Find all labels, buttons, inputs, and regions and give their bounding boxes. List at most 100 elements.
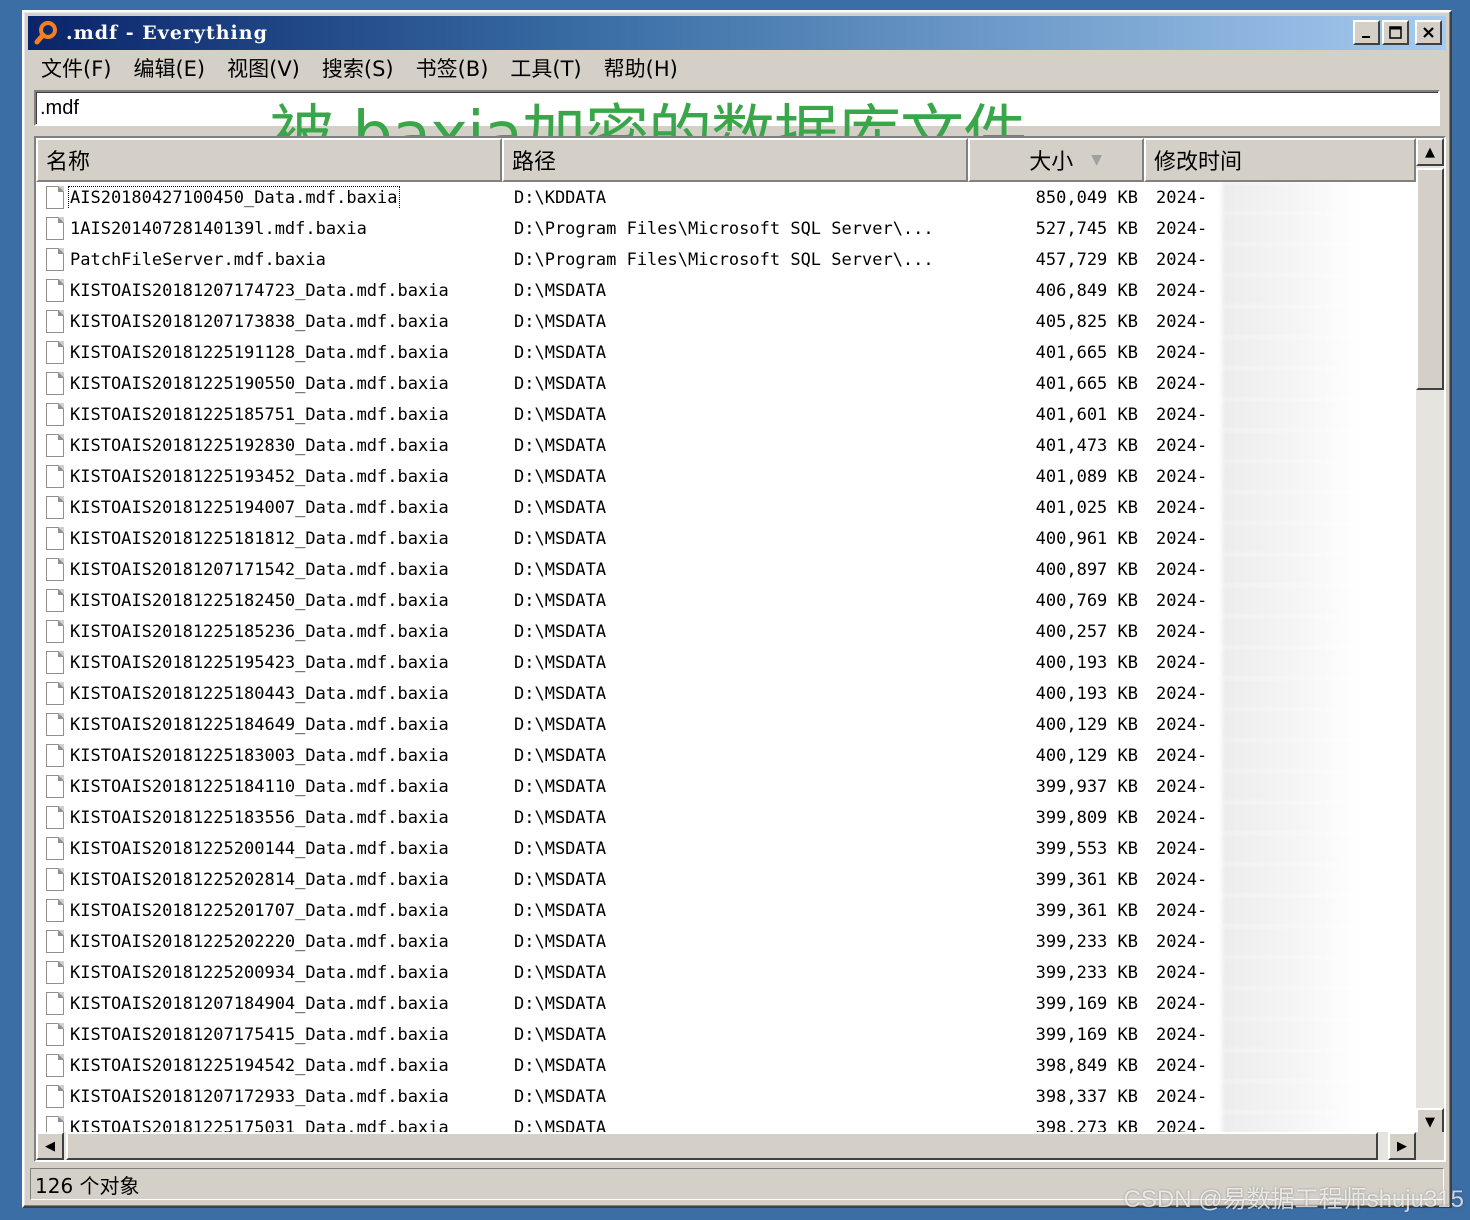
table-row[interactable]: KISTOAIS20181225182450_Data.mdf.baxia D:\… xyxy=(36,585,1416,616)
title-bar[interactable]: .mdf - Everything xyxy=(28,16,1446,50)
file-name: KISTOAIS20181225182450_Data.mdf.baxia xyxy=(70,590,449,611)
file-path: D:\MSDATA xyxy=(514,838,607,859)
table-row[interactable]: KISTOAIS20181225183556_Data.mdf.baxia D:\… xyxy=(36,802,1416,833)
file-icon xyxy=(46,682,64,705)
table-row[interactable]: KISTOAIS20181225194542_Data.mdf.baxia D:\… xyxy=(36,1050,1416,1081)
menu-tools[interactable]: 工具(T) xyxy=(499,53,592,83)
maximize-button[interactable] xyxy=(1382,20,1409,45)
file-rows: AIS20180427100450_Data.mdf.baxia D:\KDDAT… xyxy=(36,182,1416,1136)
file-name-cell: KISTOAIS20181225192830_Data.mdf.baxia xyxy=(36,434,502,457)
table-row[interactable]: KISTOAIS20181225202814_Data.mdf.baxia D:\… xyxy=(36,864,1416,895)
table-row[interactable]: 1AIS20140728140139l.mdf.baxia D:\Program … xyxy=(36,213,1416,244)
file-modified: 2024- xyxy=(1156,559,1208,580)
file-name-cell: KISTOAIS20181225200934_Data.mdf.baxia xyxy=(36,961,502,984)
column-header-modified[interactable]: 修改时间 xyxy=(1144,138,1416,182)
table-row[interactable]: KISTOAIS20181225181812_Data.mdf.baxia D:\… xyxy=(36,523,1416,554)
table-row[interactable]: KISTOAIS20181225185236_Data.mdf.baxia D:\… xyxy=(36,616,1416,647)
file-size: 400,769 KB xyxy=(1035,590,1138,611)
file-modified: 2024- xyxy=(1156,807,1208,828)
file-icon xyxy=(46,527,64,550)
table-row[interactable]: KISTOAIS20181207174723_Data.mdf.baxia D:\… xyxy=(36,275,1416,306)
table-row[interactable]: KISTOAIS20181225195423_Data.mdf.baxia D:\… xyxy=(36,647,1416,678)
file-name: KISTOAIS20181207184904_Data.mdf.baxia xyxy=(70,993,449,1014)
file-name-cell: KISTOAIS20181225183556_Data.mdf.baxia xyxy=(36,806,502,829)
file-name: KISTOAIS20181207171542_Data.mdf.baxia xyxy=(70,559,449,580)
file-name-cell: KISTOAIS20181225180443_Data.mdf.baxia xyxy=(36,682,502,705)
table-row[interactable]: KISTOAIS20181225184110_Data.mdf.baxia D:\… xyxy=(36,771,1416,802)
arrow-left-icon: ◀ xyxy=(45,1138,55,1154)
redacted-region xyxy=(1222,492,1360,523)
table-row[interactable]: KISTOAIS20181225193452_Data.mdf.baxia D:\… xyxy=(36,461,1416,492)
horizontal-scroll-thumb[interactable] xyxy=(66,1132,1378,1160)
table-row[interactable]: KISTOAIS20181207184904_Data.mdf.baxia D:\… xyxy=(36,988,1416,1019)
file-icon xyxy=(46,465,64,488)
file-path: D:\MSDATA xyxy=(514,311,607,332)
menu-bookmarks[interactable]: 书签(B) xyxy=(405,53,500,83)
file-modified: 2024- xyxy=(1156,683,1208,704)
file-size: 400,129 KB xyxy=(1035,745,1138,766)
column-header-name[interactable]: 名称 xyxy=(36,138,502,182)
file-path: D:\MSDATA xyxy=(514,869,607,890)
file-name: KISTOAIS20181207173838_Data.mdf.baxia xyxy=(70,311,449,332)
file-name: PatchFileServer.mdf.baxia xyxy=(70,249,326,270)
table-row[interactable]: KISTOAIS20181225194007_Data.mdf.baxia D:\… xyxy=(36,492,1416,523)
column-header-size[interactable]: 大小 ▼ xyxy=(968,138,1144,182)
menu-bar: 文件(F) 编辑(E) 视图(V) 搜索(S) 书签(B) 工具(T) 帮助(H… xyxy=(30,52,1444,84)
file-name: KISTOAIS20181225184110_Data.mdf.baxia xyxy=(70,776,449,797)
file-icon xyxy=(46,806,64,829)
file-path: D:\MSDATA xyxy=(514,342,607,363)
table-row[interactable]: KISTOAIS20181225185751_Data.mdf.baxia D:\… xyxy=(36,399,1416,430)
table-row[interactable]: KISTOAIS20181225192830_Data.mdf.baxia D:\… xyxy=(36,430,1416,461)
scroll-right-button[interactable]: ▶ xyxy=(1388,1132,1416,1160)
table-row[interactable]: KISTOAIS20181225184649_Data.mdf.baxia D:\… xyxy=(36,709,1416,740)
redacted-region xyxy=(1222,523,1360,554)
table-row[interactable]: KISTOAIS20181207172933_Data.mdf.baxia D:\… xyxy=(36,1081,1416,1112)
search-input[interactable] xyxy=(36,92,1438,124)
file-modified: 2024- xyxy=(1156,497,1208,518)
table-row[interactable]: KISTOAIS20181225180443_Data.mdf.baxia D:\… xyxy=(36,678,1416,709)
scroll-left-button[interactable]: ◀ xyxy=(36,1132,64,1160)
menu-search[interactable]: 搜索(S) xyxy=(311,53,405,83)
table-row[interactable]: AIS20180427100450_Data.mdf.baxia D:\KDDAT… xyxy=(36,182,1416,213)
file-size: 527,745 KB xyxy=(1035,218,1138,239)
file-name-cell: KISTOAIS20181225202220_Data.mdf.baxia xyxy=(36,930,502,953)
file-name-cell: KISTOAIS20181225202814_Data.mdf.baxia xyxy=(36,868,502,891)
table-row[interactable]: KISTOAIS20181207171542_Data.mdf.baxia D:\… xyxy=(36,554,1416,585)
column-header-path[interactable]: 路径 xyxy=(502,138,968,182)
table-row[interactable]: PatchFileServer.mdf.baxia D:\Program File… xyxy=(36,244,1416,275)
table-row[interactable]: KISTOAIS20181225202220_Data.mdf.baxia D:\… xyxy=(36,926,1416,957)
table-row[interactable]: KISTOAIS20181225200934_Data.mdf.baxia D:\… xyxy=(36,957,1416,988)
menu-help[interactable]: 帮助(H) xyxy=(593,53,689,83)
file-path: D:\MSDATA xyxy=(514,497,607,518)
table-row[interactable]: KISTOAIS20181225200144_Data.mdf.baxia D:\… xyxy=(36,833,1416,864)
table-row[interactable]: KISTOAIS20181225183003_Data.mdf.baxia D:\… xyxy=(36,740,1416,771)
table-row[interactable]: KISTOAIS20181207173838_Data.mdf.baxia D:\… xyxy=(36,306,1416,337)
file-name-cell: KISTOAIS20181225183003_Data.mdf.baxia xyxy=(36,744,502,767)
vertical-scroll-thumb[interactable] xyxy=(1416,168,1444,390)
file-name: KISTOAIS20181225183003_Data.mdf.baxia xyxy=(70,745,449,766)
file-name-cell: KISTOAIS20181225201707_Data.mdf.baxia xyxy=(36,899,502,922)
vertical-scrollbar[interactable]: ▲ ▼ xyxy=(1416,138,1444,1136)
file-name-cell: 1AIS20140728140139l.mdf.baxia xyxy=(36,217,502,240)
minimize-button[interactable] xyxy=(1353,20,1380,45)
file-size: 399,361 KB xyxy=(1035,900,1138,921)
redacted-region xyxy=(1222,585,1360,616)
menu-edit[interactable]: 编辑(E) xyxy=(122,53,216,83)
file-size: 399,169 KB xyxy=(1035,1024,1138,1045)
close-icon xyxy=(1423,27,1434,38)
table-row[interactable]: KISTOAIS20181225190550_Data.mdf.baxia D:\… xyxy=(36,368,1416,399)
file-icon xyxy=(46,248,64,271)
menu-view[interactable]: 视图(V) xyxy=(216,53,311,83)
scroll-up-button[interactable]: ▲ xyxy=(1416,138,1444,166)
table-row[interactable]: KISTOAIS20181225201707_Data.mdf.baxia D:\… xyxy=(36,895,1416,926)
table-row[interactable]: KISTOAIS20181225191128_Data.mdf.baxia D:\… xyxy=(36,337,1416,368)
file-size: 400,193 KB xyxy=(1035,652,1138,673)
redacted-region xyxy=(1222,1019,1360,1050)
horizontal-scrollbar[interactable]: ◀ ▶ xyxy=(36,1132,1416,1160)
close-button[interactable] xyxy=(1415,20,1442,45)
file-name-cell: KISTOAIS20181225194007_Data.mdf.baxia xyxy=(36,496,502,519)
table-row[interactable]: KISTOAIS20181207175415_Data.mdf.baxia D:\… xyxy=(36,1019,1416,1050)
menu-file[interactable]: 文件(F) xyxy=(30,53,122,83)
file-modified: 2024- xyxy=(1156,869,1208,890)
file-modified: 2024- xyxy=(1156,342,1208,363)
